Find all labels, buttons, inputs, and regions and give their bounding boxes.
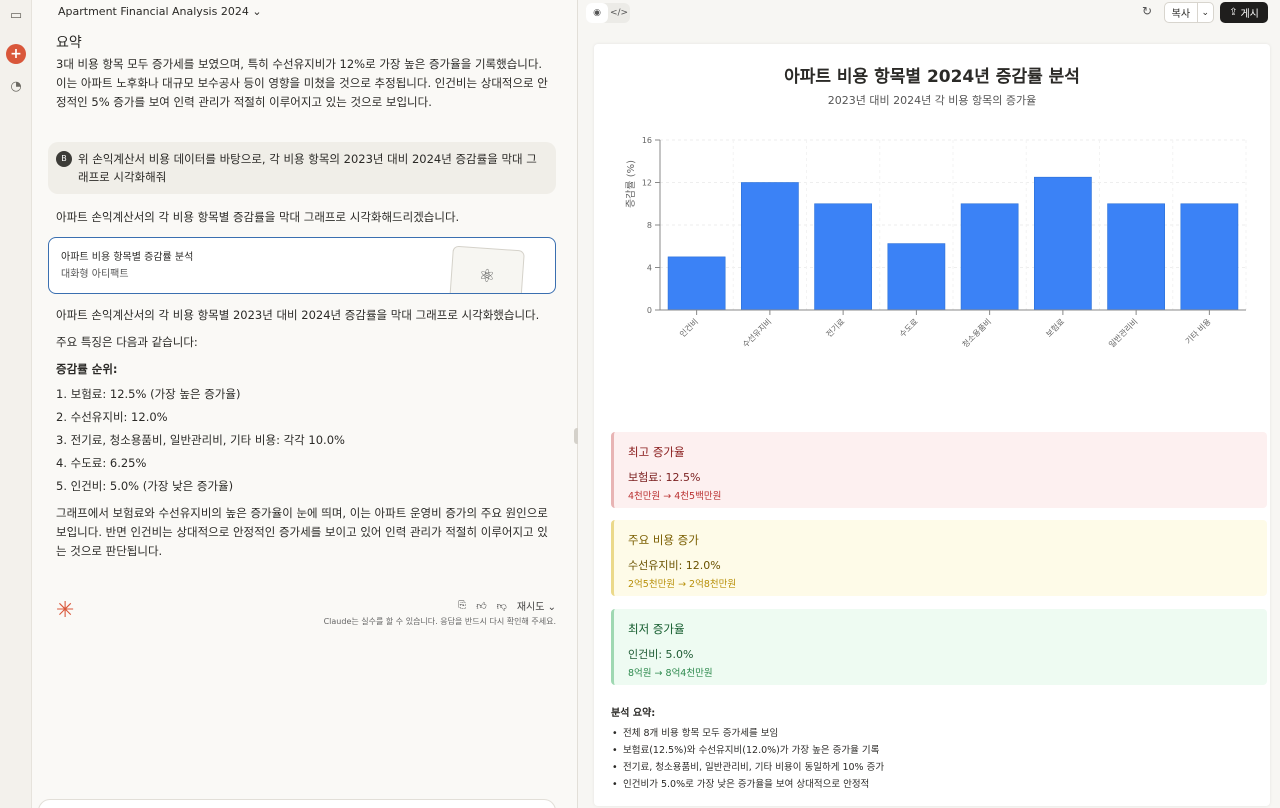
copy-label: 복사 (1165, 3, 1198, 22)
list-item: 2. 수선유지비: 12.0% (56, 410, 168, 424)
y-axis-label: 증감률 (%) (625, 160, 637, 208)
bar[interactable] (741, 182, 799, 311)
list-item: 4. 수도료: 6.25% (56, 456, 147, 470)
share-icon: ⇪ (1229, 7, 1238, 18)
card-title: 최저 증가율 (628, 622, 685, 636)
chat-input[interactable] (38, 799, 556, 808)
y-tick-label: 4 (647, 264, 652, 273)
x-tick-label: 기타 비용 (1184, 317, 1213, 346)
y-tick-label: 16 (642, 136, 652, 145)
summary-text: 3대 비용 항목 모두 증가세를 보였으며, 특히 수선유지비가 12%로 가장… (56, 57, 548, 109)
code-icon[interactable]: </> (608, 3, 630, 23)
bar[interactable] (1107, 203, 1165, 311)
analysis-list: 전체 8개 비용 항목 모두 증가세를 보임 보험료(12.5%)와 수선유지비… (611, 725, 1251, 793)
thumbs-up-icon[interactable]: 👍︎ (476, 600, 486, 612)
user-message: B 위 손익계산서 비용 데이터를 바탕으로, 각 비용 항목의 2023년 대… (48, 142, 556, 194)
artifact-panel: ◉ </> ↻ 복사 ⌄ ⇪ 게시 아파트 비용 항목별 2024년 증감률 분석… (578, 0, 1280, 808)
card-main: 인건비: 5.0% (628, 648, 694, 661)
artifact-subtitle: 대화형 아티팩트 (61, 269, 129, 280)
analysis-summary: 분석 요약: 전체 8개 비용 항목 모두 증가세를 보임 보험료(12.5%)… (611, 704, 1251, 793)
major-increase-card: 주요 비용 증가 수선유지비: 12.0% 2억5천만원 → 2억8천만원 (611, 520, 1267, 596)
card-detail: 4천만원 → 4천5백만원 (628, 491, 722, 502)
message-thread: 요약 3대 비용 항목 모두 증가세를 보였으며, 특히 수선유지비가 12%로… (48, 34, 556, 569)
message-footer: ✳ ⎘ 👍︎ 👎︎ 재시도 ⌄ Claude는 실수를 할 수 있습니다. 응답… (56, 596, 556, 636)
chat-panel: Apartment Financial Analysis 2024 ⌄ 요약 3… (32, 0, 578, 808)
ranking-list: 1. 보험료: 12.5% (가장 높은 증가율) 2. 수선유지비: 12.0… (56, 383, 548, 498)
copy-icon[interactable]: ⎘ (458, 600, 466, 611)
list-item: 보험료(12.5%)와 수선유지비(12.0%)가 가장 높은 증가율 기록 (611, 742, 1251, 759)
y-tick-label: 8 (647, 221, 652, 230)
x-tick-label: 전기료 (824, 316, 847, 339)
lowest-increase-card: 최저 증가율 인건비: 5.0% 8억원 → 8억4천만원 (611, 609, 1267, 685)
copy-button[interactable]: 복사 ⌄ (1164, 2, 1214, 23)
bar[interactable] (1034, 176, 1092, 311)
ranking-heading: 증감률 순위: (56, 362, 118, 376)
x-tick-label: 보험료 (1044, 317, 1066, 339)
list-item: 전기료, 청소용품비, 일반관리비, 기타 비용이 동일하게 10% 증가 (611, 759, 1251, 776)
reply-result: 아파트 손익계산서의 각 비용 항목별 2023년 대비 2024년 증감률을 … (56, 308, 540, 322)
artifact-document: 아파트 비용 항목별 2024년 증감률 분석 2023년 대비 2024년 각… (594, 44, 1270, 806)
bar[interactable] (814, 203, 872, 311)
preview-eye-icon[interactable]: ◉ (586, 3, 608, 23)
summary-heading: 요약 (56, 35, 82, 51)
reply-intro: 아파트 손익계산서의 각 비용 항목별 증감률을 막대 그래프로 시각화해드리겠… (56, 210, 460, 224)
bar[interactable] (887, 243, 946, 311)
card-detail: 8억원 → 8억4천만원 (628, 668, 713, 679)
artifact-card[interactable]: 아파트 비용 항목별 증감률 분석 대화형 아티팩트 ⚛ (48, 237, 556, 294)
artifact-thumbnail: ⚛ (449, 245, 525, 293)
retry-button[interactable]: 재시도 ⌄ (517, 598, 556, 613)
list-item: 5. 인건비: 5.0% (가장 낮은 증가율) (56, 479, 234, 493)
artifact-toolbar: ◉ </> ↻ 복사 ⌄ ⇪ 게시 (578, 0, 1280, 28)
list-item: 3. 전기료, 청소용품비, 일반관리비, 기타 비용: 각각 10.0% (56, 433, 345, 447)
list-item: 1. 보험료: 12.5% (가장 높은 증가율) (56, 387, 241, 401)
disclaimer: Claude는 실수를 할 수 있습니다. 응답을 반드시 다시 확인해 주세요… (323, 617, 556, 626)
list-item: 인건비가 5.0%로 가장 낮은 증가율을 보여 상대적으로 안정적 (611, 776, 1251, 793)
x-tick-label: 수선유지비 (741, 317, 773, 349)
bar-chart: 증감률 (%) 0 4 8 12 16 인건비 수선유지비 전기료 수도료 청소용품비 보험료 일반관… (625, 136, 1247, 349)
chart-title: 아파트 비용 항목별 2024년 증감률 분석 (784, 67, 1080, 87)
user-avatar: B (56, 151, 72, 167)
refresh-icon[interactable]: ↻ (1142, 4, 1152, 18)
chevron-down-icon[interactable]: ⌄ (1198, 3, 1213, 22)
conversation-title[interactable]: Apartment Financial Analysis 2024 ⌄ (58, 5, 262, 18)
list-item: 전체 8개 비용 항목 모두 증가세를 보임 (611, 725, 1251, 742)
card-main: 보험료: 12.5% (628, 471, 701, 484)
claude-logo-icon: ✳ (56, 598, 75, 623)
x-tick-label: 일반관리비 (1106, 316, 1139, 349)
view-toggle: ◉ </> (586, 3, 630, 23)
features-intro: 주요 특징은 다음과 같습니다: (56, 335, 198, 349)
x-tick-label: 청소용품비 (961, 317, 993, 349)
x-tick-label: 수도료 (898, 317, 920, 339)
analysis-title: 분석 요약: (611, 708, 656, 719)
bar[interactable] (1180, 203, 1239, 311)
atom-icon: ⚛ (478, 264, 496, 288)
message-actions: ⎘ 👍︎ 👎︎ 재시도 ⌄ (458, 598, 556, 613)
chart-subtitle: 2023년 대비 2024년 각 비용 항목의 증가율 (827, 94, 1037, 107)
card-detail: 2억5천만원 → 2억8천만원 (628, 579, 737, 590)
left-rail: ▭ + ◔ (0, 0, 32, 808)
card-title: 주요 비용 증가 (628, 533, 699, 547)
history-icon[interactable]: ◔ (6, 76, 26, 96)
thumbs-down-icon[interactable]: 👎︎ (497, 600, 507, 612)
bar[interactable] (667, 256, 726, 311)
x-tick-label: 인건비 (677, 316, 700, 339)
card-main: 수선유지비: 12.0% (628, 559, 721, 572)
y-tick-label: 0 (647, 306, 652, 315)
publish-button[interactable]: ⇪ 게시 (1220, 2, 1268, 23)
bar[interactable] (960, 203, 1019, 311)
card-title: 최고 증가율 (628, 445, 685, 459)
sidebar-icon[interactable]: ▭ (6, 5, 26, 25)
highest-increase-card: 최고 증가율 보험료: 12.5% 4천만원 → 4천5백만원 (611, 432, 1267, 508)
user-message-text: 위 손익계산서 비용 데이터를 바탕으로, 각 비용 항목의 2023년 대비 … (78, 152, 537, 184)
chevron-down-icon: ⌄ (252, 5, 262, 18)
plus-icon[interactable]: + (6, 44, 26, 64)
conclusion-text: 그래프에서 보험료와 수선유지비의 높은 증가율이 눈에 띄며, 이는 아파트 … (56, 506, 548, 558)
y-tick-label: 12 (642, 179, 652, 188)
